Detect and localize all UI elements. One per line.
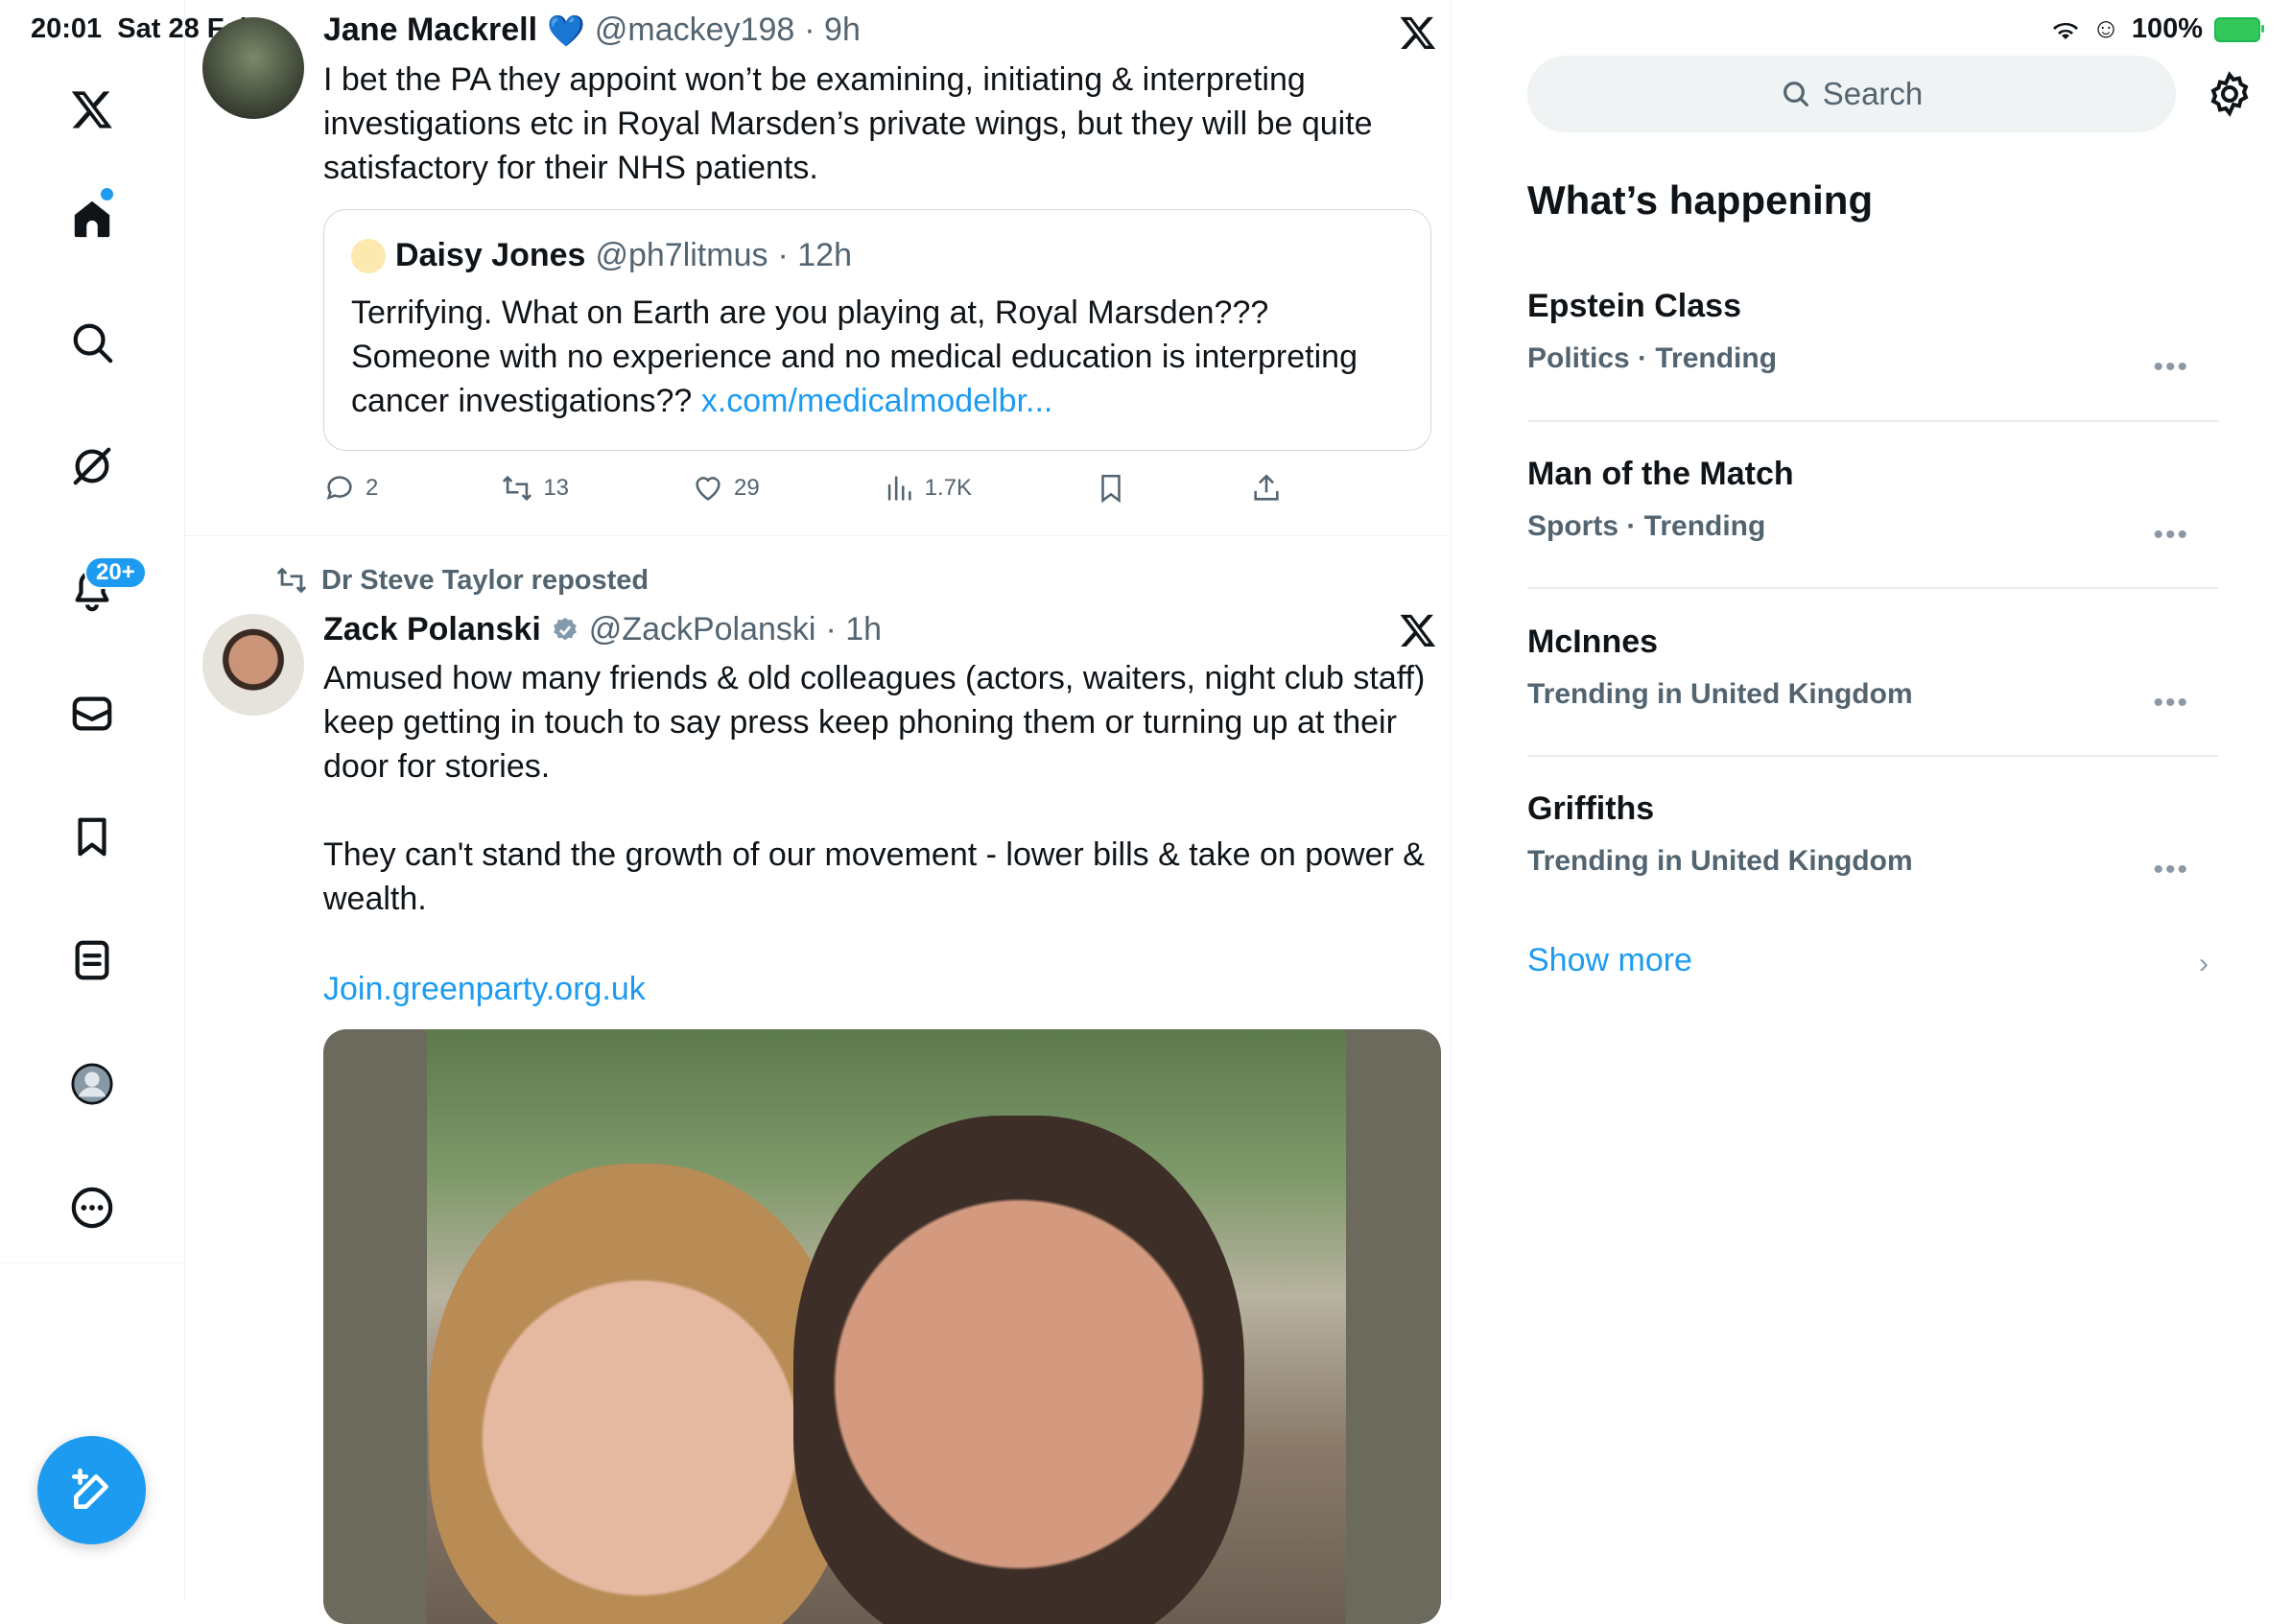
x-logo-icon[interactable] (1399, 13, 1437, 52)
quote-text: Terrifying. What on Earth are you playin… (351, 294, 1358, 419)
more-icon[interactable] (69, 1185, 115, 1231)
verified-badge-icon (553, 617, 577, 640)
avatar[interactable] (202, 17, 304, 119)
views-button[interactable]: 1.7K (883, 472, 972, 505)
tweet-time: · 9h (804, 12, 861, 48)
repost-icon (503, 475, 532, 502)
show-more-link[interactable]: Show more (1527, 942, 1692, 979)
search-icon (1783, 82, 1808, 106)
battery-percent: 100% (2131, 13, 2203, 44)
x-logo-icon[interactable] (69, 86, 115, 132)
home-icon[interactable] (69, 196, 115, 242)
author-name[interactable]: Jane Mackrell (323, 12, 537, 49)
trend-divider (1527, 587, 2218, 589)
quote-avatar (351, 238, 386, 273)
trend-meta: Trending in United Kingdom (1527, 678, 1913, 710)
views-icon (887, 476, 911, 501)
search-input[interactable]: Search (1527, 56, 2176, 132)
nav-divider (0, 1262, 184, 1263)
heart-emoji: 💙 (547, 12, 585, 48)
x-logo-icon[interactable] (1399, 611, 1437, 649)
bookmark-button[interactable] (1095, 472, 1127, 505)
tweet-text-paragraph-2: They can't stand the growth of our movem… (323, 836, 1425, 917)
author-handle[interactable]: @mackey198 (595, 12, 794, 49)
wifi-icon (2053, 22, 2079, 39)
status-indicators: ☺ 100% (2051, 13, 2264, 45)
tweet-actions: 2 13 29 1.7K (323, 472, 1283, 505)
quote-time: · 12h (777, 237, 852, 273)
focus-icon: ☺ (2091, 13, 2120, 44)
trend-name: Griffiths (1527, 790, 1655, 827)
share-button[interactable] (1250, 472, 1283, 505)
bookmark-icon (1101, 474, 1121, 504)
trend-divider (1527, 420, 2218, 422)
trend-item[interactable]: McInnes Trending in United Kingdom ••• (1527, 624, 2218, 788)
share-icon (1254, 474, 1279, 501)
tweet-text: Amused how many friends & old colleagues… (323, 660, 1426, 785)
notifications-badge: 20+ (84, 556, 147, 589)
chevron-right-icon: › (2199, 948, 2208, 979)
reply-button[interactable]: 2 (323, 472, 378, 505)
settings-gear-icon[interactable] (2207, 71, 2253, 117)
more-options-icon[interactable]: ••• (2153, 687, 2189, 719)
whats-happening-title: What’s happening (1527, 177, 1874, 223)
repost-button[interactable]: 13 (501, 472, 569, 505)
tweet-image[interactable] (323, 1029, 1441, 1624)
reply-icon (326, 476, 352, 501)
repost-context[interactable]: Dr Steve Taylor reposted (275, 564, 649, 597)
tweet-link[interactable]: Join.greenparty.org.uk (323, 967, 646, 1011)
author-name[interactable]: Zack Polanski (323, 611, 541, 648)
trend-meta: Trending in United Kingdom (1527, 845, 1913, 877)
author-handle[interactable]: @ZackPolanski (589, 611, 816, 648)
trend-item[interactable]: Man of the Match Sports · Trending ••• (1527, 456, 2218, 621)
trend-item[interactable]: Griffiths Trending in United Kingdom ••• (1527, 790, 2218, 955)
more-options-icon[interactable]: ••• (2153, 519, 2189, 552)
like-button[interactable]: 29 (692, 472, 760, 505)
trend-name: Epstein Class (1527, 288, 1741, 324)
messages-icon[interactable] (69, 691, 115, 737)
trend-meta: Sports · Trending (1527, 510, 1766, 542)
compose-icon (71, 1468, 108, 1509)
home-unread-dot (101, 188, 113, 200)
avatar[interactable] (202, 614, 304, 716)
battery-icon (2214, 16, 2264, 42)
trend-name: Man of the Match (1527, 456, 1794, 492)
quote-link[interactable]: x.com/medicalmodelbr... (701, 383, 1053, 419)
quote-author-name: Daisy Jones (395, 237, 586, 273)
tweet-header: Jane Mackrell 💙 @mackey198 · 9h (323, 12, 861, 49)
trend-item[interactable]: Epstein Class Politics · Trending ••• (1527, 288, 2218, 453)
repost-icon (276, 567, 307, 594)
trend-meta: Politics · Trending (1527, 342, 1778, 374)
trend-divider (1527, 755, 2218, 757)
quoted-tweet[interactable]: Daisy Jones @ph7litmus · 12h Terrifying.… (323, 209, 1431, 451)
more-options-icon[interactable]: ••• (2153, 351, 2189, 384)
more-options-icon[interactable]: ••• (2153, 854, 2189, 886)
compose-button[interactable] (37, 1436, 146, 1544)
bookmarks-icon[interactable] (69, 813, 115, 859)
search-icon[interactable] (69, 319, 115, 365)
quote-author-handle: @ph7litmus (595, 237, 768, 273)
tweet-header: Zack Polanski @ZackPolanski · 1h (323, 611, 882, 648)
tweet-time: · 1h (825, 611, 883, 647)
tweet-divider (184, 535, 1451, 536)
tweet-text: I bet the PA they appoint won’t be exami… (323, 61, 1373, 186)
heart-icon (696, 477, 720, 501)
trend-name: McInnes (1527, 624, 1659, 660)
grok-icon[interactable] (69, 443, 115, 489)
profile-avatar-icon[interactable] (69, 1061, 115, 1107)
lists-icon[interactable] (69, 937, 115, 983)
